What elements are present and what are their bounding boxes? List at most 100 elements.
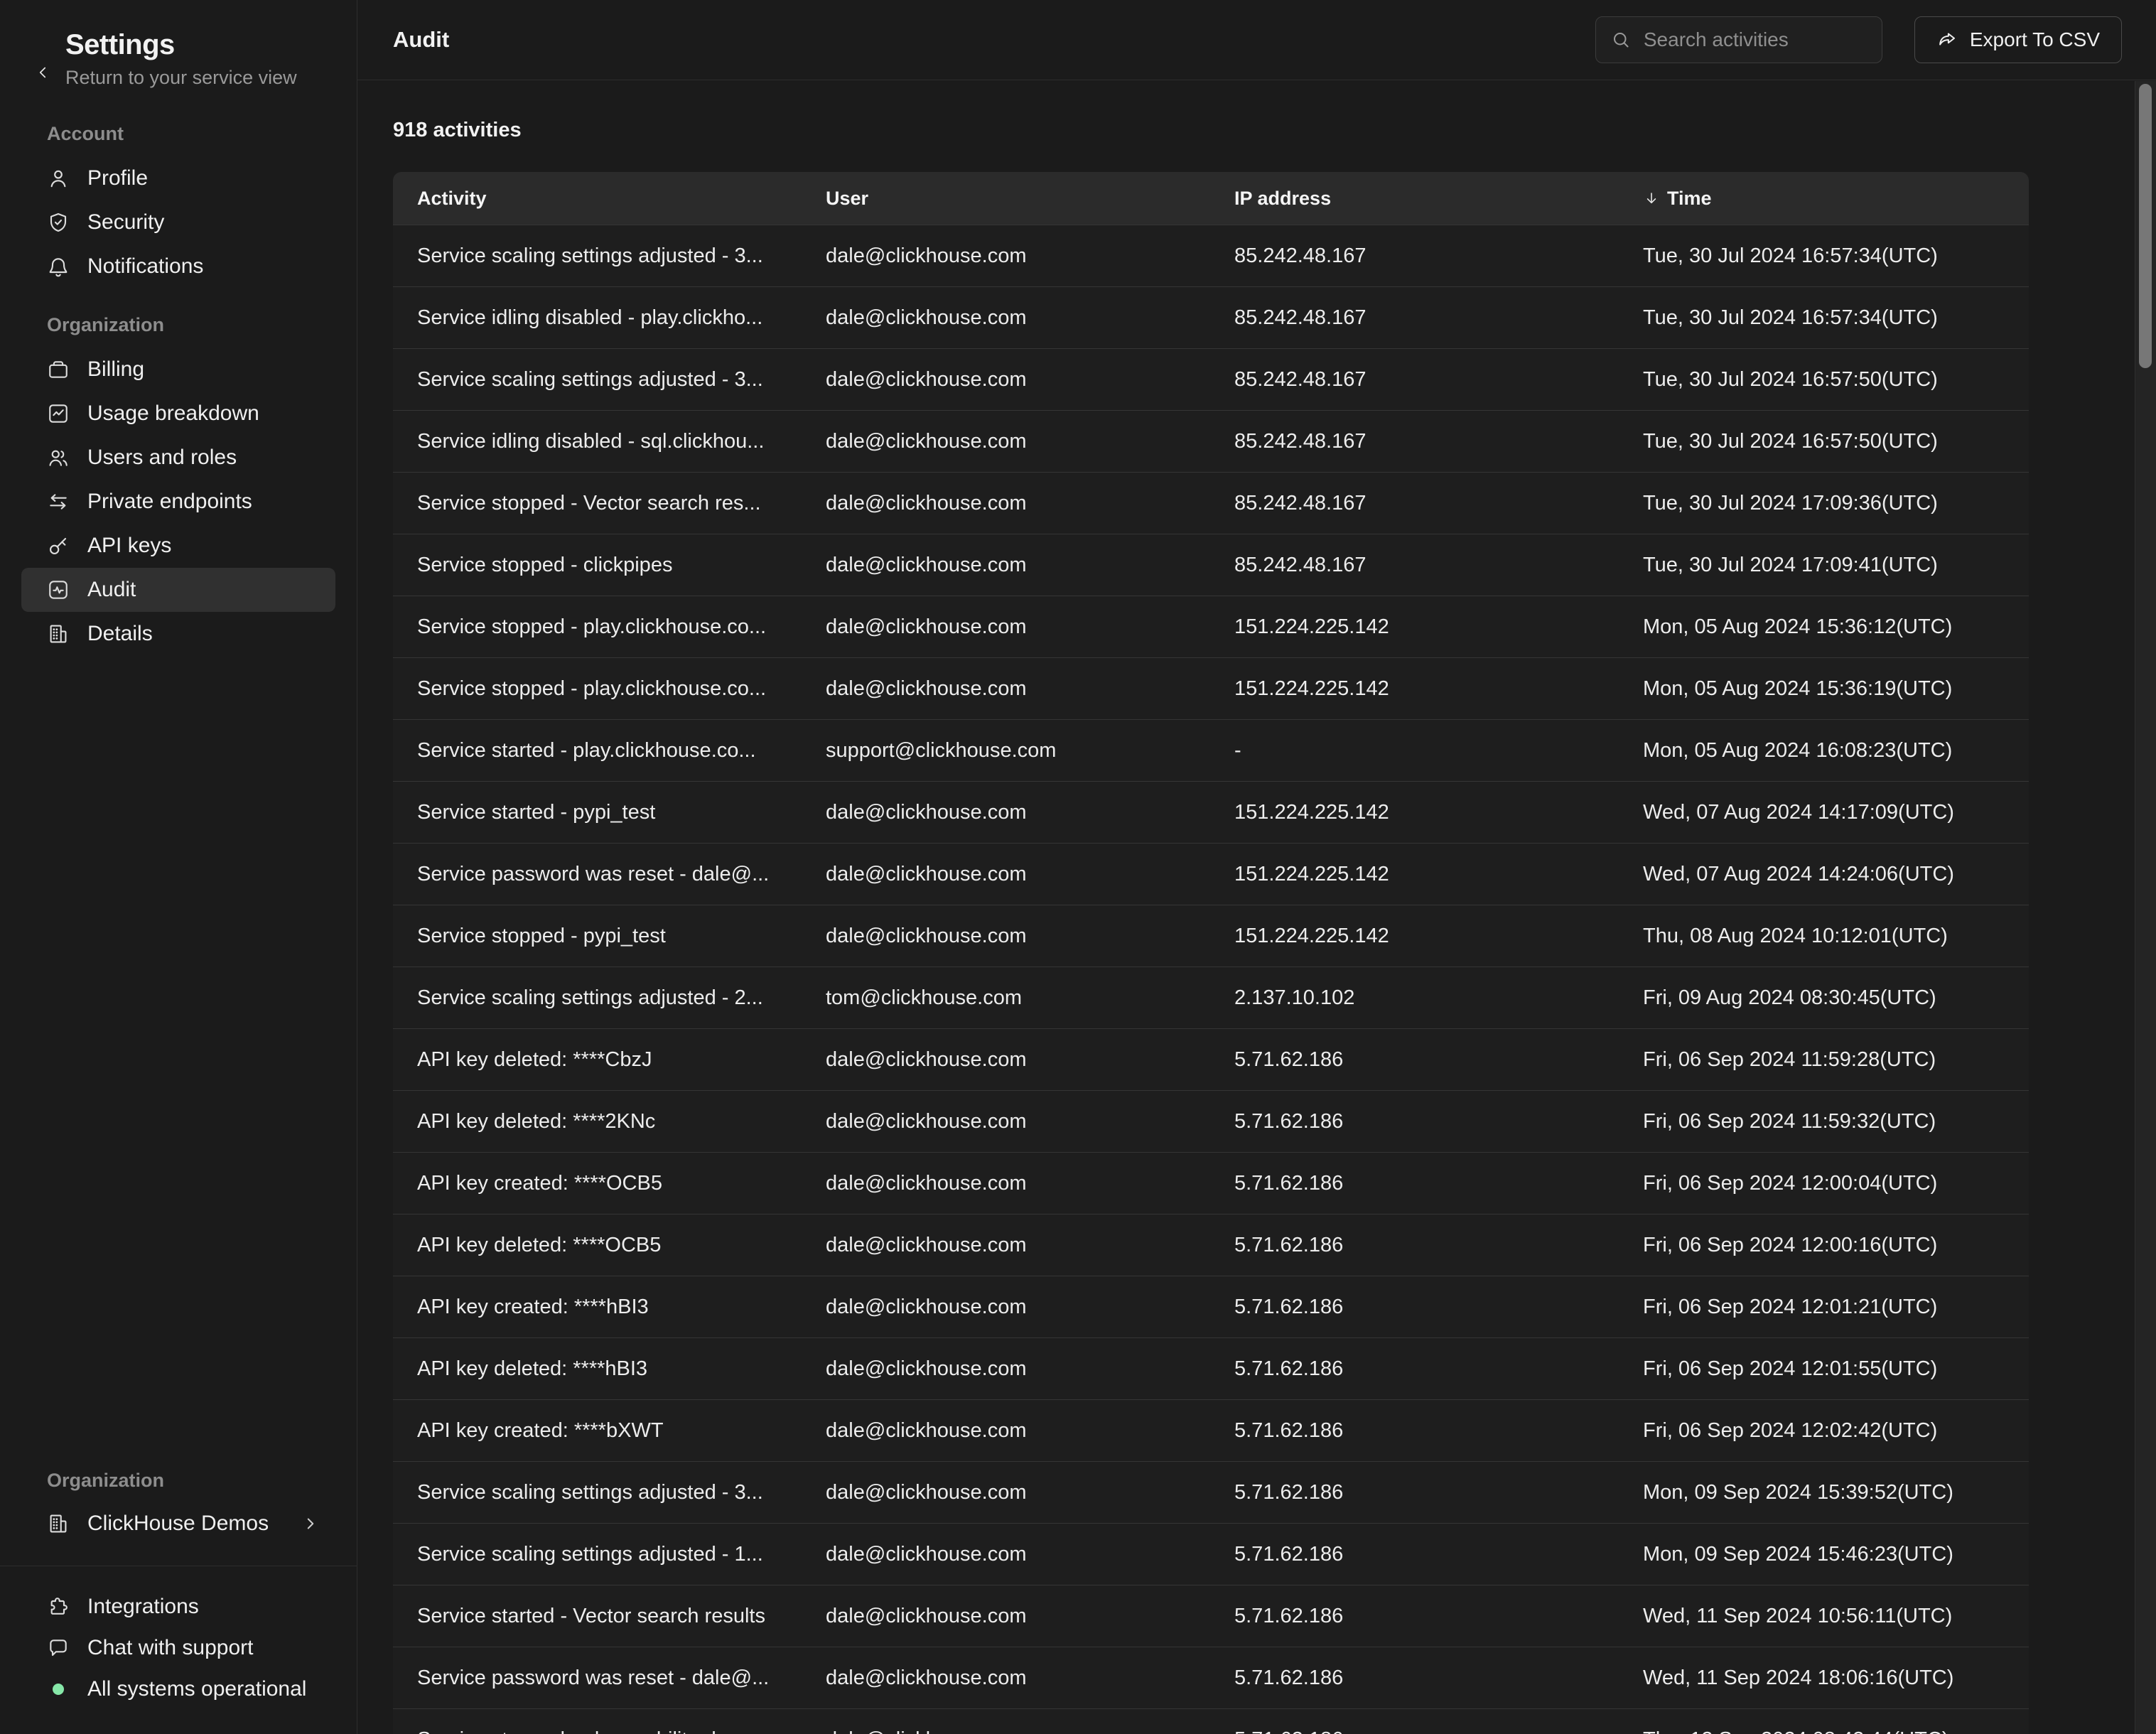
table-row[interactable]: Service stopped - pypi_test dale@clickho… (393, 905, 2029, 966)
table-row[interactable]: API key deleted: ****OCB5 dale@clickhous… (393, 1214, 2029, 1276)
cell-user: support@clickhouse.com (802, 739, 1210, 763)
return-to-service-link[interactable]: Return to your service view (65, 67, 328, 89)
cell-activity: Service scaling settings adjusted - 3... (393, 244, 802, 268)
table-row[interactable]: Service scaling settings adjusted - 2...… (393, 966, 2029, 1028)
table-row[interactable]: Service scaling settings adjusted - 1...… (393, 1523, 2029, 1585)
cell-ip-address: 151.224.225.142 (1210, 863, 1619, 886)
cell-activity: Service stopped - clickpipes (393, 554, 802, 577)
cell-activity: Service stopped - observability-demo (393, 1728, 802, 1734)
table-row[interactable]: Service started - Vector search results … (393, 1585, 2029, 1647)
table-row[interactable]: Service scaling settings adjusted - 3...… (393, 225, 2029, 286)
scrollbar-thumb[interactable] (2139, 84, 2152, 368)
audit-table: Activity User IP address Time Service sc… (393, 172, 2029, 1734)
sidebar-item-api-keys[interactable]: API keys (21, 524, 335, 568)
table-row[interactable]: Service stopped - observability-demo dal… (393, 1708, 2029, 1734)
sidebar-item-users-and-roles[interactable]: Users and roles (21, 436, 335, 480)
footer-item-integrations[interactable]: Integrations (21, 1586, 335, 1627)
sidebar-section-organization: OrganizationBillingUsage breakdownUsers … (0, 314, 357, 656)
cell-time: Tue, 30 Jul 2024 16:57:34(UTC) (1619, 244, 2029, 268)
footer-item-chat-with-support[interactable]: Chat with support (21, 1627, 335, 1669)
cell-time: Tue, 30 Jul 2024 16:57:50(UTC) (1619, 368, 2029, 392)
cell-user: dale@clickhouse.com (802, 1419, 1210, 1443)
table-row[interactable]: Service scaling settings adjusted - 3...… (393, 348, 2029, 410)
sidebar-bottom-org: Organization ClickHouse Demos (0, 1470, 357, 1546)
cell-activity: API key deleted: ****OCB5 (393, 1234, 802, 1257)
table-row[interactable]: API key deleted: ****CbzJ dale@clickhous… (393, 1028, 2029, 1090)
table-row[interactable]: Service password was reset - dale@... da… (393, 1647, 2029, 1708)
sidebar-item-label: Details (87, 622, 153, 646)
table-row[interactable]: Service stopped - play.clickhouse.co... … (393, 596, 2029, 657)
search-input[interactable] (1642, 28, 1867, 52)
export-csv-button[interactable]: Export To CSV (1914, 16, 2122, 63)
table-row[interactable]: Service idling disabled - sql.clickhou..… (393, 410, 2029, 472)
cell-user: tom@clickhouse.com (802, 986, 1210, 1010)
cell-activity: Service stopped - Vector search res... (393, 492, 802, 515)
table-row[interactable]: Service scaling settings adjusted - 3...… (393, 1461, 2029, 1523)
cell-ip-address: 151.224.225.142 (1210, 925, 1619, 948)
column-label: Activity (417, 188, 487, 210)
sidebar-item-label: Profile (87, 166, 148, 190)
sidebar-item-label: Billing (87, 357, 144, 382)
export-csv-label: Export To CSV (1970, 28, 2100, 51)
table-row[interactable]: Service started - play.clickhouse.co... … (393, 719, 2029, 781)
table-row[interactable]: Service stopped - clickpipes dale@clickh… (393, 534, 2029, 596)
cell-time: Wed, 11 Sep 2024 10:56:11(UTC) (1619, 1605, 2029, 1628)
sidebar-item-audit[interactable]: Audit (21, 568, 335, 612)
cell-user: dale@clickhouse.com (802, 554, 1210, 577)
cell-activity: API key created: ****hBI3 (393, 1296, 802, 1319)
search-box[interactable] (1595, 16, 1882, 63)
table-row[interactable]: API key created: ****bXWT dale@clickhous… (393, 1399, 2029, 1461)
table-row[interactable]: Service idling disabled - play.clickho..… (393, 286, 2029, 348)
sidebar-item-profile[interactable]: Profile (21, 156, 335, 200)
sidebar-item-label: API keys (87, 534, 171, 558)
sidebar-item-label: Audit (87, 578, 136, 602)
sidebar-item-usage-breakdown[interactable]: Usage breakdown (21, 392, 335, 436)
sidebar-header: Settings Return to your service view (0, 26, 357, 89)
cell-activity: API key created: ****OCB5 (393, 1172, 802, 1195)
page-scrollbar[interactable] (2135, 81, 2156, 1734)
table-row[interactable]: API key deleted: ****2KNc dale@clickhous… (393, 1090, 2029, 1152)
cell-user: dale@clickhouse.com (802, 1048, 1210, 1072)
sidebar-item-notifications[interactable]: Notifications (21, 244, 335, 289)
footer-item-all-systems-operational[interactable]: All systems operational (21, 1669, 335, 1710)
cell-activity: Service started - Vector search results (393, 1605, 802, 1628)
sidebar-item-security[interactable]: Security (21, 200, 335, 244)
table-row[interactable]: Service password was reset - dale@... da… (393, 843, 2029, 905)
cell-activity: Service idling disabled - sql.clickhou..… (393, 430, 802, 453)
back-button[interactable] (27, 57, 58, 88)
cell-time: Tue, 30 Jul 2024 17:09:36(UTC) (1619, 492, 2029, 515)
table-row[interactable]: Service stopped - play.clickhouse.co... … (393, 657, 2029, 719)
cell-user: dale@clickhouse.com (802, 368, 1210, 392)
table-row[interactable]: API key created: ****OCB5 dale@clickhous… (393, 1152, 2029, 1214)
cell-ip-address: 85.242.48.167 (1210, 554, 1619, 577)
column-header-user[interactable]: User (802, 188, 1210, 210)
cell-activity: API key created: ****bXWT (393, 1419, 802, 1443)
sidebar-item-private-endpoints[interactable]: Private endpoints (21, 480, 335, 524)
usage-chart-icon (47, 402, 70, 425)
cell-activity: API key deleted: ****hBI3 (393, 1357, 802, 1381)
cell-activity: Service password was reset - dale@... (393, 863, 802, 886)
column-header-ip-address[interactable]: IP address (1210, 188, 1619, 210)
cell-user: dale@clickhouse.com (802, 801, 1210, 824)
main-header: Audit Export To CSV (357, 0, 2156, 80)
sidebar-item-label: Security (87, 210, 164, 235)
cell-user: dale@clickhouse.com (802, 925, 1210, 948)
puzzle-icon (47, 1595, 70, 1618)
sidebar-item-details[interactable]: Details (21, 612, 335, 656)
sidebar-item-label: All systems operational (87, 1677, 306, 1701)
table-row[interactable]: Service stopped - Vector search res... d… (393, 472, 2029, 534)
cell-ip-address: 5.71.62.186 (1210, 1048, 1619, 1072)
cell-user: dale@clickhouse.com (802, 863, 1210, 886)
table-row[interactable]: Service started - pypi_test dale@clickho… (393, 781, 2029, 843)
cell-user: dale@clickhouse.com (802, 1110, 1210, 1133)
column-header-activity[interactable]: Activity (393, 188, 802, 210)
sidebar-item-billing[interactable]: Billing (21, 348, 335, 392)
cell-time: Mon, 05 Aug 2024 15:36:12(UTC) (1619, 615, 2029, 639)
cell-activity: Service scaling settings adjusted - 3... (393, 368, 802, 392)
cell-time: Fri, 06 Sep 2024 12:00:04(UTC) (1619, 1172, 2029, 1195)
column-header-time[interactable]: Time (1619, 188, 2029, 210)
table-row[interactable]: API key created: ****hBI3 dale@clickhous… (393, 1276, 2029, 1337)
chevron-right-icon (301, 1514, 320, 1533)
table-row[interactable]: API key deleted: ****hBI3 dale@clickhous… (393, 1337, 2029, 1399)
sidebar-item-clickhouse-demos[interactable]: ClickHouse Demos (21, 1502, 335, 1546)
